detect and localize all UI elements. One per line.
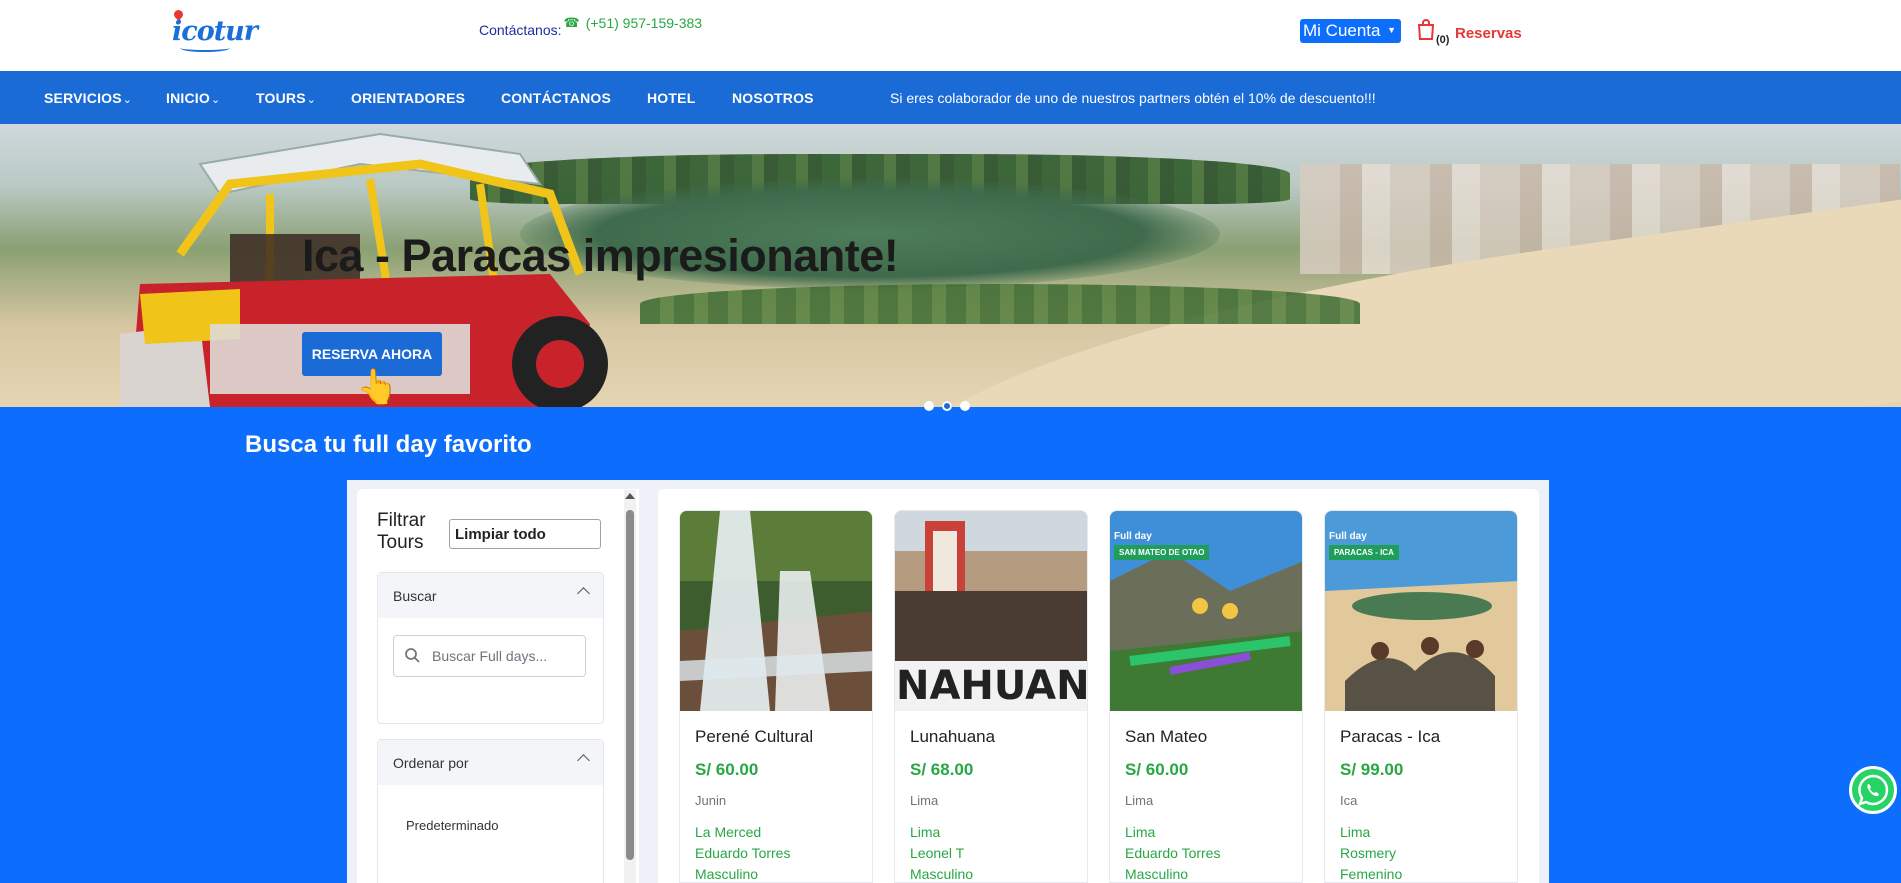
tour-guide-gender: Femenino [1340,866,1403,882]
hero-palms [640,284,1360,324]
contact-phone[interactable]: ☎ (+51) 957-159-383 [564,15,703,31]
chevron-up-icon [577,754,590,767]
tour-name: Paracas - Ica [1340,727,1441,746]
nav-inicio[interactable]: INICIO⌄ [166,90,220,106]
chevron-up-icon [577,587,590,600]
tour-card[interactable]: UNAHUANA Lunahuana S/ 68.00 Lima Lima Le… [894,510,1088,883]
account-dropdown[interactable]: Mi Cuenta ▼ [1300,19,1401,43]
tour-departure: Lima [1125,824,1156,840]
promo-text: Si eres colaborador de uno de nuestros p… [890,90,1376,106]
tour-departure: La Merced [695,824,762,840]
nav-contactanos[interactable]: CONTÁCTANOS [501,90,611,106]
tour-name: Lunahuana [910,727,996,746]
whatsapp-icon [1858,774,1889,806]
scrollbar-thumb[interactable] [626,510,634,860]
main-nav: SERVICIOS⌄ INICIO⌄ TOURS⌄ ORIENTADORES C… [0,71,1901,124]
tour-guide: Eduardo Torres [1125,845,1221,861]
site-logo[interactable]: icotur [170,8,258,52]
order-accordion: Ordenar por Predeterminado [377,739,604,883]
filter-title: Filtrar Tours [377,510,437,554]
phone-icon: ☎ [563,15,580,30]
account-label: Mi Cuenta [1303,21,1381,40]
carousel-dot[interactable] [960,401,970,411]
phone-number: (+51) 957-159-383 [585,15,703,31]
nav-label: SERVICIOS [44,90,122,106]
tour-departure: Lima [1340,824,1371,840]
tour-guide-gender: Masculino [1125,866,1189,882]
tour-price: S/ 68.00 [910,760,974,779]
carousel-dot[interactable] [924,401,934,411]
logo-swoosh [180,44,230,52]
nav-label: TOURS [256,90,306,106]
tour-name: Perené Cultural [695,727,814,746]
full-day-badge: Full day [1114,531,1152,542]
nav-label: INICIO [166,90,210,106]
filter-title-text: Filtrar Tours [377,510,426,553]
accordion-label: Ordenar por [393,754,469,771]
accordion-label: Buscar [393,587,437,604]
destination-badge: SAN MATEO DE OTAO [1114,545,1210,560]
tour-guide-gender: Masculino [695,866,759,882]
nav-label: HOTEL [647,90,696,106]
search-accordion: Buscar Buscar Full days... [377,572,604,724]
search-placeholder: Buscar Full days... [432,648,548,664]
nav-label: NOSOTROS [732,90,814,106]
tour-region: Lima [910,793,939,808]
scroll-up-arrow[interactable] [625,493,635,499]
tour-price: S/ 99.00 [1340,760,1404,779]
tour-region: Junin [695,793,727,808]
nav-label: ORIENTADORES [351,90,466,106]
contact-label: Contáctanos: [479,22,562,38]
search-icon [405,648,420,663]
tour-price: S/ 60.00 [695,760,759,779]
hero-title: Ica - Paracas impresionante! [302,230,899,281]
carousel-dot-active[interactable] [942,401,952,411]
tour-card[interactable]: Full day SAN MATEO DE OTAO San Mateo S/ … [1109,510,1303,883]
top-bar: icotur Contáctanos: ☎ (+51) 957-159-383 … [0,0,1901,71]
nav-label: CONTÁCTANOS [501,90,612,106]
cart-count: (0) [1436,34,1450,46]
section-title: Busca tu full day favorito [245,431,532,458]
tour-region: Ica [1340,793,1358,808]
whatsapp-button[interactable] [1849,766,1897,814]
hero-banner: Ica - Paracas impresionante! RESERVA AHO… [0,124,1901,407]
logo-text: icotur [172,16,258,47]
clear-all-button[interactable]: Limpiar todo [449,519,601,549]
nav-orientadores[interactable]: ORIENTADORES [351,90,465,106]
waterfall-image [680,511,872,711]
caret-down-icon: ▼ [1387,25,1396,35]
reservas-link[interactable]: Reservas [1455,25,1522,42]
tour-card[interactable]: Perené Cultural S/ 60.00 Junin La Merced… [679,510,873,883]
search-accordion-header[interactable]: Buscar [378,573,603,618]
chevron-down-icon: ⌄ [210,94,221,106]
contact-info: Contáctanos: ☎ (+51) 957-159-383 [479,15,702,38]
tour-guide: Rosmery [1340,845,1397,861]
shopping-bag-icon [1417,19,1435,40]
full-day-badge: Full day [1329,531,1367,542]
tour-name: San Mateo [1125,727,1208,746]
order-accordion-header[interactable]: Ordenar por [378,740,603,785]
tour-departure: Lima [910,824,941,840]
lunahuana-image: UNAHUANA [895,511,1088,711]
nav-hotel[interactable]: HOTEL [647,90,695,106]
chevron-down-icon: ⌄ [122,94,133,106]
lunahuana-sign-text: UNAHUANA [895,663,1088,709]
search-input[interactable]: Buscar Full days... [393,635,586,677]
carousel-dots [924,401,970,411]
chevron-down-icon: ⌄ [306,94,317,106]
nav-nosotros[interactable]: NOSOTROS [732,90,814,106]
order-option[interactable]: Predeterminado [406,818,499,833]
tour-price: S/ 60.00 [1125,760,1189,779]
tour-guide: Eduardo Torres [695,845,791,861]
tour-region: Lima [1125,793,1154,808]
destination-badge: PARACAS - ICA [1329,545,1399,560]
nav-servicios[interactable]: SERVICIOS⌄ [44,90,132,106]
tour-guide-gender: Masculino [910,866,974,882]
nav-tours[interactable]: TOURS⌄ [256,90,316,106]
tour-guide: Leonel T [910,845,965,861]
pointing-hand-icon: 👆 [356,368,399,406]
tour-card[interactable]: Full day PARACAS - ICA Paracas - Ica S/ … [1324,510,1518,883]
filter-sidebar: Filtrar Tours Limpiar todo Buscar Buscar… [357,489,639,883]
